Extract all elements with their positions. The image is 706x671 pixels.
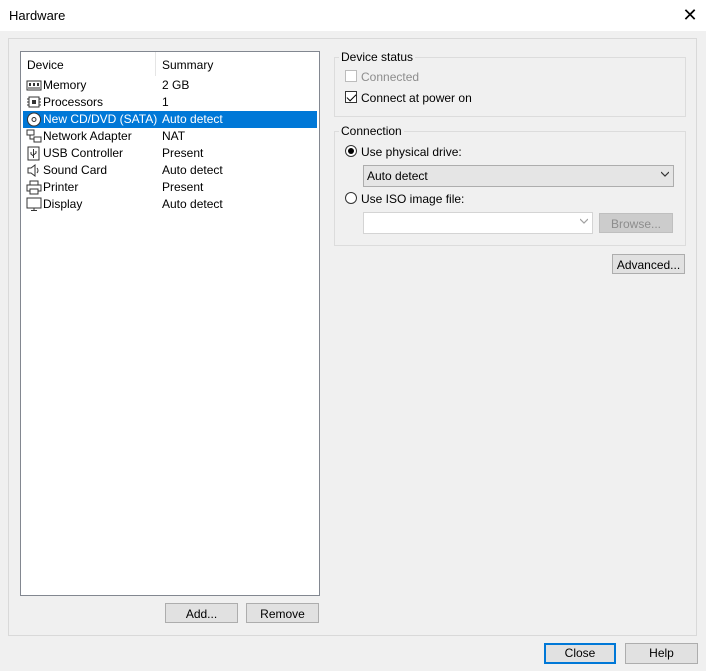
- title-bar: Hardware ✕: [0, 0, 706, 31]
- device-row-network-adapter[interactable]: Network Adapter NAT: [23, 128, 317, 145]
- add-device-button[interactable]: Add...: [165, 603, 238, 623]
- advanced-button[interactable]: Advanced...: [612, 254, 685, 274]
- device-row-printer[interactable]: Printer Present: [23, 179, 317, 196]
- help-button[interactable]: Help: [625, 643, 698, 664]
- device-list[interactable]: Device Summary Memory 2 GB Processors 1 …: [20, 51, 320, 596]
- device-name: Sound Card: [43, 163, 108, 177]
- iso-image-path-combo[interactable]: [363, 212, 593, 234]
- device-name: Printer: [43, 180, 79, 194]
- remove-device-button[interactable]: Remove: [246, 603, 319, 623]
- network-adapter-icon: [26, 129, 42, 143]
- chevron-down-icon: [661, 171, 669, 177]
- device-row-cd-dvd[interactable]: New CD/DVD (SATA) Auto detect: [23, 111, 317, 128]
- device-summary: 2 GB: [162, 78, 190, 92]
- cd-dvd-icon: [27, 112, 41, 127]
- device-summary: Auto detect: [162, 197, 223, 211]
- device-name: Processors: [43, 95, 104, 109]
- column-header-device[interactable]: Device: [27, 53, 64, 77]
- device-row-display[interactable]: Display Auto detect: [23, 196, 317, 213]
- device-summary: NAT: [162, 129, 186, 143]
- device-status-group: [334, 57, 686, 117]
- device-name: Display: [43, 197, 83, 211]
- use-physical-drive-label: Use physical drive:: [361, 145, 462, 159]
- device-name: USB Controller: [43, 146, 124, 160]
- connected-label: Connected: [361, 70, 420, 84]
- use-physical-drive-radio[interactable]: [345, 145, 357, 157]
- use-iso-image-label: Use ISO image file:: [361, 192, 465, 206]
- device-status-title: Device status: [339, 50, 416, 64]
- device-summary: Present: [162, 146, 204, 160]
- memory-icon: [26, 80, 42, 91]
- device-summary: Present: [162, 180, 204, 194]
- device-name: Memory: [43, 78, 87, 92]
- physical-drive-value: Auto detect: [367, 169, 428, 183]
- close-button[interactable]: Close: [544, 643, 616, 664]
- connection-title: Connection: [339, 124, 404, 138]
- device-row-processors[interactable]: Processors 1: [23, 94, 317, 111]
- device-summary: Auto detect: [162, 112, 223, 126]
- close-window-icon[interactable]: ✕: [680, 3, 700, 27]
- device-row-usb-controller[interactable]: USB Controller Present: [23, 145, 317, 162]
- chevron-down-icon: [580, 218, 588, 224]
- connect-at-power-on-checkbox[interactable]: [345, 91, 357, 103]
- browse-button[interactable]: Browse...: [599, 213, 673, 233]
- speaker-icon: [27, 164, 39, 177]
- usb-icon: [27, 146, 40, 161]
- window-title: Hardware: [9, 8, 66, 23]
- device-row-memory[interactable]: Memory 2 GB: [23, 77, 317, 94]
- device-name: Network Adapter: [43, 129, 132, 143]
- monitor-icon: [26, 197, 42, 211]
- processor-icon: [27, 96, 41, 108]
- device-summary: 1: [162, 95, 169, 109]
- connected-checkbox[interactable]: [345, 70, 357, 82]
- device-summary: Auto detect: [162, 163, 223, 177]
- column-header-summary[interactable]: Summary: [162, 53, 213, 77]
- device-row-sound-card[interactable]: Sound Card Auto detect: [23, 162, 317, 179]
- use-iso-image-radio[interactable]: [345, 192, 357, 204]
- device-list-header: Device Summary: [21, 52, 319, 76]
- connect-at-power-on-label: Connect at power on: [361, 91, 472, 105]
- device-name: New CD/DVD (SATA): [43, 112, 158, 126]
- physical-drive-select[interactable]: Auto detect: [363, 165, 674, 187]
- printer-icon: [26, 180, 42, 195]
